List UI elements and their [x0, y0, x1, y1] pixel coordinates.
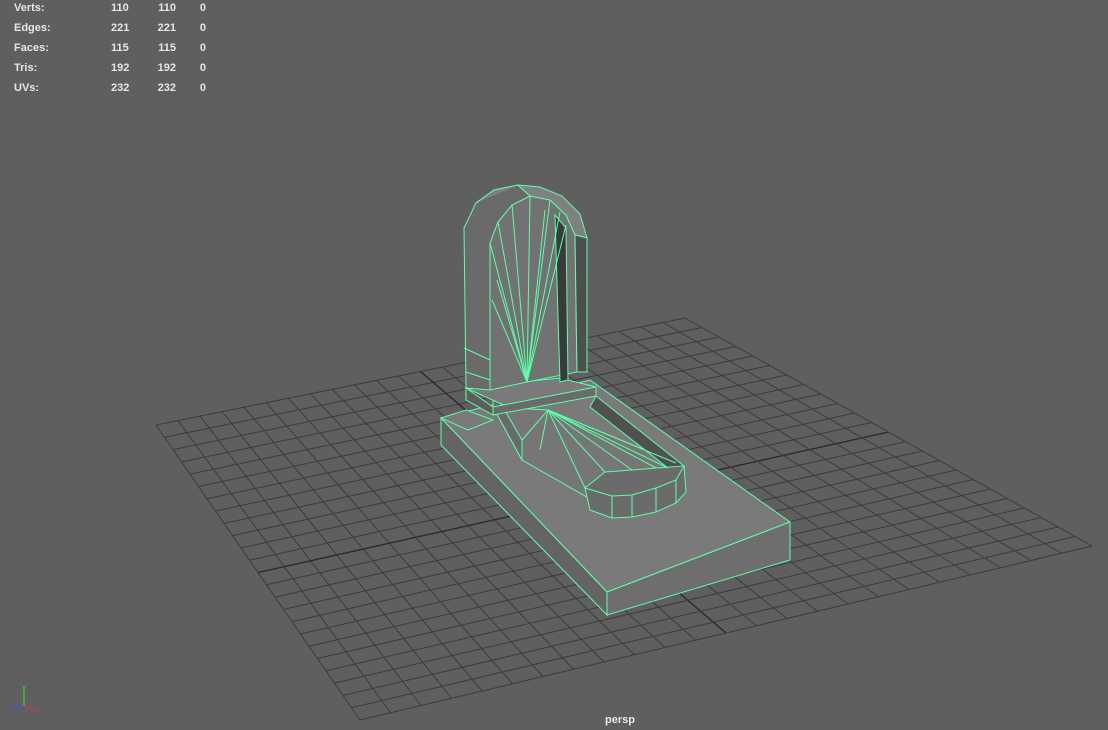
- hud-label: Verts:: [14, 2, 45, 14]
- poly-count-hud: Verts: 110 110 0 Edges: 221 221 0 Faces: 115 115 0 T…: [14, 1, 206, 101]
- hud-value: 0: [199, 62, 206, 74]
- hud-row: Edges: 221 221 0: [14, 21, 206, 41]
- hud-row: Verts: 110 110 0: [14, 1, 206, 21]
- hud-value: 221: [111, 22, 130, 34]
- z-axis-line: [12, 705, 25, 709]
- hud-value: 0: [199, 2, 206, 14]
- x-axis-label: x: [35, 706, 39, 714]
- hud-row: UVs: 232 232 0: [14, 81, 206, 101]
- hud-row: Tris: 192 192 0: [14, 61, 206, 81]
- hud-value: 192: [157, 62, 176, 74]
- x-axis-line: [23, 705, 35, 710]
- headstone-right-face: [574, 234, 588, 373]
- hud-value: 0: [199, 42, 206, 54]
- hud-value: 0: [199, 82, 206, 94]
- hud-value: 115: [111, 42, 129, 54]
- hud-label: UVs:: [14, 82, 40, 94]
- axis-gizmo: y x z: [7, 683, 39, 714]
- hud-label: Tris:: [14, 62, 38, 74]
- hud-value: 221: [157, 22, 176, 34]
- hud-value: 110: [111, 2, 129, 14]
- hud-value: 232: [157, 82, 176, 94]
- hud-value: 115: [158, 42, 176, 54]
- scene-canvas[interactable]: [0, 0, 1108, 730]
- hud-value: 192: [111, 62, 130, 74]
- hud-row: Faces: 115 115 0: [14, 41, 206, 61]
- camera-name-label: persp: [605, 714, 635, 726]
- hud-label: Edges:: [14, 22, 51, 34]
- hud-label: Faces:: [14, 42, 49, 54]
- z-axis-label: z: [7, 706, 11, 714]
- hud-value: 0: [199, 22, 206, 34]
- hud-value: 110: [158, 2, 176, 14]
- hud-value: 232: [111, 82, 130, 94]
- y-axis-label: y: [22, 683, 26, 691]
- perspective-viewport[interactable]: Verts: 110 110 0 Edges: 221 221 0 Faces: 115 115 0 T…: [0, 0, 1108, 730]
